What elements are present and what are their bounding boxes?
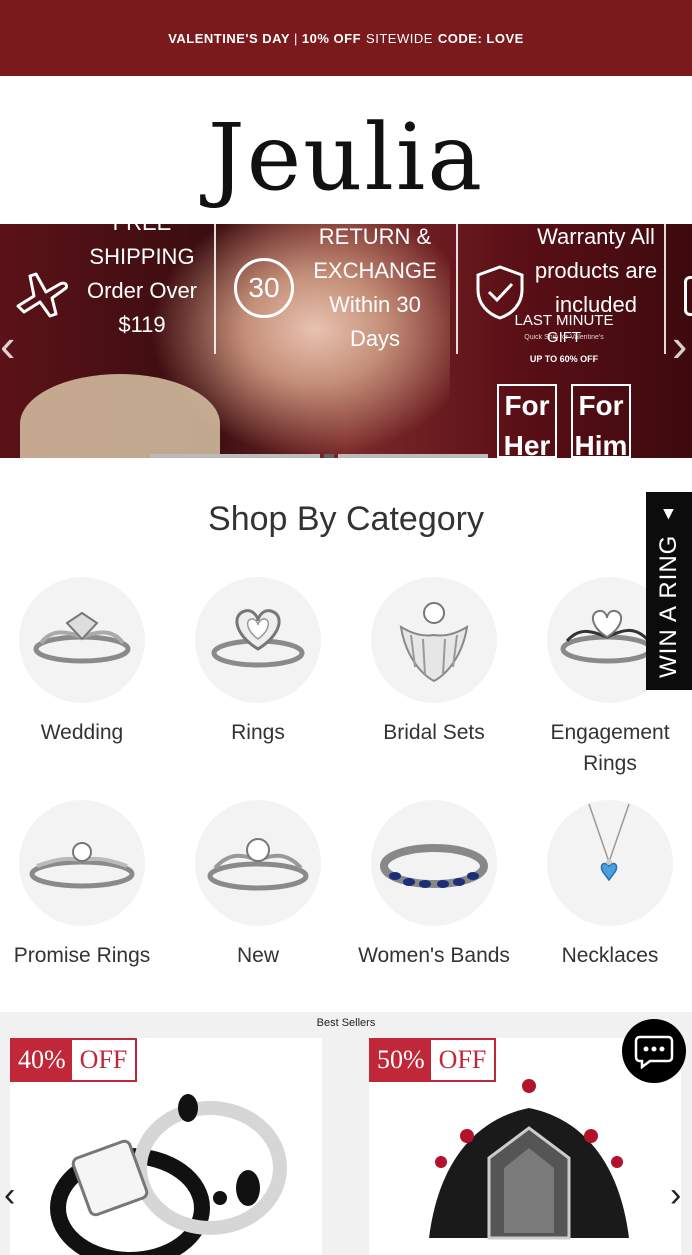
- category-bridal-sets[interactable]: Bridal Sets: [346, 577, 522, 748]
- return-30-icon: 30: [234, 258, 294, 318]
- hero-prev-arrow[interactable]: ‹: [0, 318, 15, 372]
- discount-badge: 40% OFF: [10, 1038, 138, 1082]
- promo-offer: UP TO 60% OFF: [529, 354, 599, 364]
- category-label: Bridal Sets: [383, 721, 485, 744]
- chat-bubble-icon: [634, 1035, 674, 1069]
- ring-icon: [19, 800, 145, 926]
- best-sellers-prev-arrow[interactable]: ‹: [4, 1176, 15, 1215]
- shop-for-him-button[interactable]: For Him: [571, 384, 631, 458]
- hero-next-arrow[interactable]: ›: [672, 318, 687, 372]
- discount-badge: 50% OFF: [369, 1038, 497, 1082]
- band-ring-icon: [371, 800, 497, 926]
- feature-return-exchange: RETURN & EXCHANGE Within 30 Days: [313, 224, 437, 351]
- discount-off: OFF: [438, 1045, 487, 1074]
- best-sellers-label: Best Sellers: [316, 1017, 376, 1029]
- announcement-scope: SITEWIDE: [366, 30, 433, 46]
- win-a-ring-tab[interactable]: WIN A RING ▲: [646, 492, 692, 690]
- category-label: Wedding: [40, 721, 124, 744]
- announcement-separator: |: [294, 30, 298, 46]
- best-sellers-next-arrow[interactable]: ›: [670, 1176, 681, 1215]
- win-a-ring-arrow: ▲: [658, 503, 679, 525]
- hero-progress: [150, 454, 488, 458]
- airplane-icon: [12, 262, 70, 323]
- heart-ring-icon: [195, 577, 321, 703]
- category-promise-rings[interactable]: Promise Rings: [0, 800, 170, 971]
- category-label: New: [236, 944, 279, 967]
- category-label: Necklaces: [561, 944, 659, 967]
- shop-for-her-button[interactable]: For Her: [497, 384, 557, 458]
- feature-warranty: Warranty All products are included: [534, 224, 658, 317]
- feature-free-shipping: FREE SHIPPING Order Over $119: [86, 224, 198, 337]
- feature-divider: [214, 224, 216, 354]
- discount-percent: 40%: [12, 1040, 72, 1080]
- ring-icon: [195, 800, 321, 926]
- announcement-discount: 10% OFF: [301, 30, 362, 46]
- announcement-event: VALENTINE'S DAY: [168, 30, 291, 46]
- feature-divider: [456, 224, 458, 354]
- chat-button[interactable]: [622, 1019, 686, 1083]
- discount-off: OFF: [79, 1045, 128, 1074]
- category-label: Women's Bands: [358, 944, 510, 967]
- win-a-ring-label: WIN A RING: [655, 534, 682, 679]
- discount-percent: 50%: [371, 1040, 431, 1080]
- category-new[interactable]: New: [170, 800, 346, 971]
- category-label: Engagement Rings: [550, 721, 670, 775]
- category-necklaces[interactable]: Necklaces: [522, 800, 692, 971]
- category-womens-bands[interactable]: Women's Bands: [346, 800, 522, 971]
- wing-ring-icon: [371, 577, 497, 703]
- promo-subline: Quick Ship for Valentine's: [524, 334, 604, 341]
- category-label: Rings: [231, 721, 285, 744]
- category-rings[interactable]: Rings: [170, 577, 346, 748]
- necklace-icon: [547, 800, 673, 926]
- announcement-code: CODE: LOVE: [437, 30, 524, 46]
- section-title: Shop By Category: [208, 500, 484, 538]
- return-30-icon-text: 30: [248, 272, 280, 303]
- brand-logo[interactable]: Jeulia: [208, 112, 484, 204]
- next-feature-icon: [684, 276, 692, 316]
- announcement-bar[interactable]: VALENTINE'S DAY | 10% OFF SITEWIDE CODE:…: [0, 0, 692, 76]
- category-label: Promise Rings: [13, 944, 151, 967]
- feature-divider: [664, 224, 666, 354]
- category-wedding[interactable]: Wedding: [0, 577, 170, 748]
- ring-icon: [19, 577, 145, 703]
- header: Jeulia: [0, 76, 692, 224]
